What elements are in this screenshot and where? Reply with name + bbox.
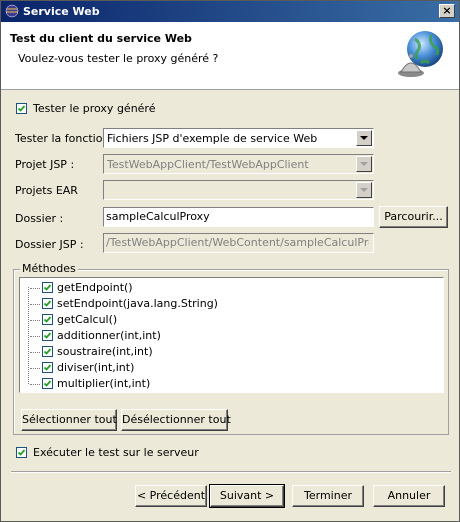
browse-button[interactable]: Parcourir... [379,206,448,228]
jsp-folder-input[interactable] [106,236,369,249]
methods-tree[interactable]: getEndpoint() setEndpoint(java.lang.Strin… [19,277,444,393]
footer-separator [11,471,451,473]
tree-line [30,368,40,369]
method-item[interactable]: multiplier(int,int) [22,376,422,392]
method-checkbox[interactable] [42,314,53,325]
function-select-value: Fichiers JSP d'exemple de service Web [107,132,318,145]
wizard-header: Test du client du service Web Voulez-vou… [1,22,459,90]
cancel-button[interactable]: Annuler [373,485,445,507]
tree-line [30,288,40,289]
close-button[interactable]: × [439,4,455,18]
page-subtitle: Voulez-vous tester le proxy généré ? [18,52,219,65]
tree-line [30,320,40,321]
dialog-window: Service Web × Test du client du service … [0,0,460,522]
method-item[interactable]: additionner(int,int) [22,328,422,344]
tree-line [30,336,40,337]
select-all-button[interactable]: Sélectionner tout [21,409,117,431]
back-button[interactable]: < Précédent [135,485,207,507]
method-checkbox[interactable] [42,282,53,293]
tree-line [30,352,40,353]
methods-group-title: Méthodes [20,262,78,275]
test-proxy-label: Tester le proxy généré [33,102,156,115]
run-on-server-label: Exécuter le test sur le serveur [33,446,199,459]
run-on-server-checkbox[interactable] [16,447,27,458]
window-title: Service Web [23,5,100,18]
next-button[interactable]: Suivant > [209,484,285,508]
method-label: setEndpoint(java.lang.String) [57,297,218,310]
chevron-down-icon[interactable] [356,182,372,198]
method-checkbox[interactable] [42,378,53,389]
function-label: Tester la fonction [15,132,110,145]
jsp-project-select[interactable]: TestWebAppClient/TestWebAppClient [103,154,374,174]
method-checkbox[interactable] [42,346,53,357]
method-item[interactable]: setEndpoint(java.lang.String) [22,296,422,312]
jsp-project-label: Projet JSP : [15,158,75,171]
ear-projects-label: Projets EAR [15,184,78,197]
method-label: getCalcul() [57,313,118,326]
page-title: Test du client du service Web [10,32,192,45]
chevron-down-icon[interactable] [356,156,372,172]
method-item[interactable]: diviser(int,int) [22,360,422,376]
method-label: multiplier(int,int) [57,377,151,390]
folder-input[interactable] [106,210,369,223]
folder-field[interactable] [103,207,374,227]
app-icon [5,4,19,18]
ear-projects-select[interactable] [103,180,374,200]
finish-button[interactable]: Terminer [292,485,364,507]
jsp-folder-label: Dossier JSP : [15,238,84,251]
test-proxy-checkbox[interactable] [16,103,27,114]
method-item[interactable]: soustraire(int,int) [22,344,422,360]
function-select[interactable]: Fichiers JSP d'exemple de service Web [103,128,374,148]
method-checkbox[interactable] [42,330,53,341]
method-item[interactable]: getCalcul() [22,312,422,328]
method-label: diviser(int,int) [57,361,135,374]
tree-line [30,304,40,305]
folder-label: Dossier : [15,212,64,225]
chevron-down-icon[interactable] [356,130,372,146]
method-checkbox[interactable] [42,298,53,309]
method-checkbox[interactable] [42,362,53,373]
method-label: getEndpoint() [57,281,133,294]
deselect-all-button[interactable]: Désélectionner tout [121,409,231,431]
method-label: soustraire(int,int) [57,345,153,358]
title-bar[interactable]: Service Web × [1,1,459,22]
jsp-folder-field[interactable] [103,233,374,253]
tree-line [30,384,40,385]
jsp-project-select-value: TestWebAppClient/TestWebAppClient [107,158,309,171]
globe-with-bell-icon [398,31,443,77]
method-item[interactable]: getEndpoint() [22,280,422,296]
method-label: additionner(int,int) [57,329,161,342]
